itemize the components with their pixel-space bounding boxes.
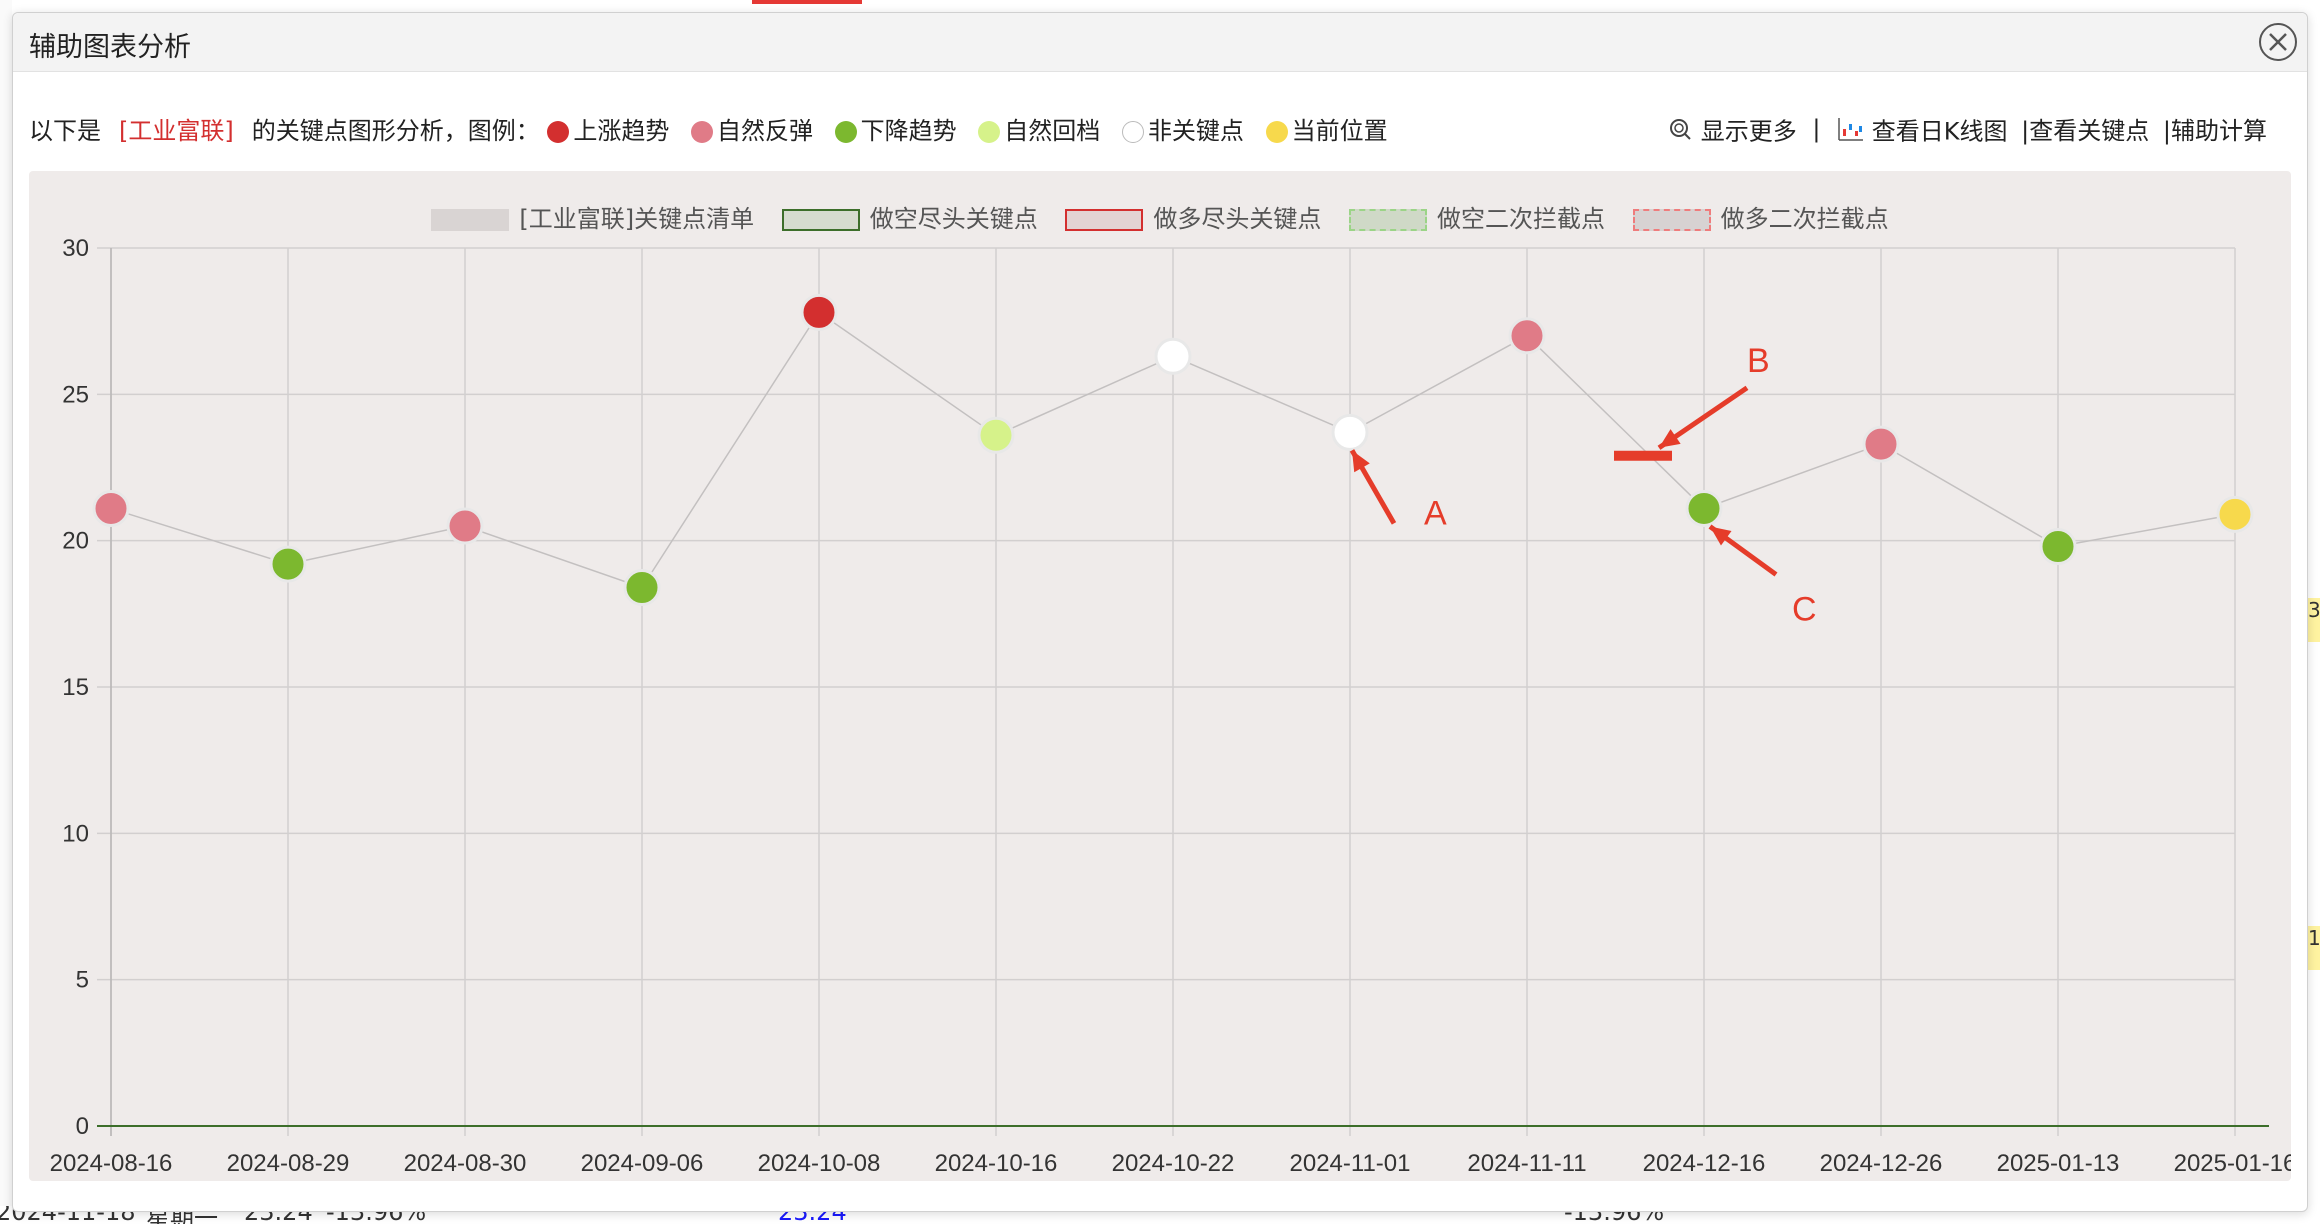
show-more-button[interactable]: 显示更多 [1667, 114, 1804, 145]
legend-item-rising: 上涨趋势 [547, 111, 669, 146]
y-tick-label: 15 [62, 674, 89, 701]
data-point [1685, 489, 1723, 527]
x-tick-label: 2024-12-16 [1643, 1150, 1766, 1177]
annotation-label-a: A [1424, 494, 1447, 532]
info-prefix: 以下是 [29, 117, 101, 145]
x-tick-label: 2024-11-01 [1290, 1150, 1411, 1177]
close-icon [2269, 33, 2287, 51]
data-point [1331, 413, 1369, 451]
annotation-arrow-b-head [1659, 429, 1681, 448]
assist-calc-button[interactable]: |辅助计算 [2163, 117, 2267, 145]
dialog-title: 辅助图表分析 [29, 32, 191, 63]
background-page-edge [0, 0, 12, 1224]
legend-item-non-key: 非关键点 [1121, 111, 1244, 146]
legend-item-pullback: 自然回档 [978, 111, 1100, 146]
y-tick-label: 30 [62, 235, 89, 262]
kline-chart-button[interactable]: 查看日K线图 [1836, 114, 2015, 145]
close-button[interactable] [2259, 23, 2297, 61]
stock-name: [工业富联] [119, 117, 234, 145]
y-tick-label: 25 [62, 381, 89, 408]
kline-icon [1838, 117, 1864, 141]
legend-item-rebound: 自然反弹 [691, 111, 813, 146]
x-tick-label: 2025-01-13 [1997, 1150, 2120, 1177]
legend-item-current: 当前位置 [1265, 111, 1388, 146]
x-tick-label: 2025-01-16 [2174, 1150, 2291, 1177]
x-tick-label: 2024-10-16 [935, 1150, 1058, 1177]
x-tick-label: 2024-08-30 [404, 1150, 527, 1177]
legend-item-falling: 下降趋势 [834, 111, 957, 146]
background-tab-indicator [752, 0, 862, 4]
toolbar: 显示更多 | 查看日K线图 |查看关键点 |辅助计算 [1667, 111, 2267, 146]
magnifier-icon [1670, 118, 1691, 140]
chart-panel: [工业富联]关键点清单 做空尽头关键点 做多尽头关键点 做空二次拦截点 做多二次… [29, 171, 2291, 1181]
y-tick-label: 5 [76, 967, 89, 994]
x-tick-label: 2024-08-29 [227, 1150, 350, 1177]
y-tick-label: 0 [76, 1113, 89, 1140]
info-suffix: 的关键点图形分析，图例： [251, 117, 540, 145]
data-point [1154, 337, 1192, 375]
x-tick-label: 2024-09-06 [581, 1150, 704, 1177]
toolbar-separator: | [1812, 114, 1821, 143]
data-point [800, 293, 838, 331]
data-point [2039, 528, 2077, 566]
x-tick-label: 2024-08-16 [50, 1150, 173, 1177]
data-point [977, 416, 1015, 454]
y-tick-label: 20 [62, 528, 89, 555]
data-point [1508, 317, 1546, 355]
y-tick-label: 10 [62, 820, 89, 847]
data-point [92, 489, 130, 527]
legend-info-bar: 以下是 [工业富联] 的关键点图形分析，图例： 上涨趋势 自然反弹 下降趋势 自然回… [29, 111, 1402, 145]
annotation-label-c: C [1792, 590, 1817, 628]
view-keypoints-button[interactable]: |查看关键点 [2021, 117, 2149, 145]
data-point [1862, 425, 1900, 463]
background-right-tag: 3 [2308, 598, 2320, 642]
annotation-label-b: B [1747, 342, 1770, 380]
x-tick-label: 2024-10-22 [1112, 1150, 1235, 1177]
x-tick-label: 2024-12-26 [1820, 1150, 1943, 1177]
data-point [269, 545, 307, 583]
chart-analysis-dialog: 辅助图表分析 以下是 [工业富联] 的关键点图形分析，图例： 上涨趋势 自然反弹 下… [12, 12, 2308, 1212]
line-chart: 0 5 10 15 20 25 30 2024-08-16 2024-08-29 2024-08-… [50, 235, 2291, 1177]
data-point [446, 507, 484, 545]
background-right-tag: 1 [2308, 926, 2320, 970]
x-tick-label: 2024-10-08 [758, 1150, 881, 1177]
dialog-header: 辅助图表分析 [13, 13, 2307, 72]
data-point [2216, 495, 2254, 533]
data-point [623, 568, 661, 606]
x-tick-label: 2024-11-11 [1467, 1150, 1586, 1177]
